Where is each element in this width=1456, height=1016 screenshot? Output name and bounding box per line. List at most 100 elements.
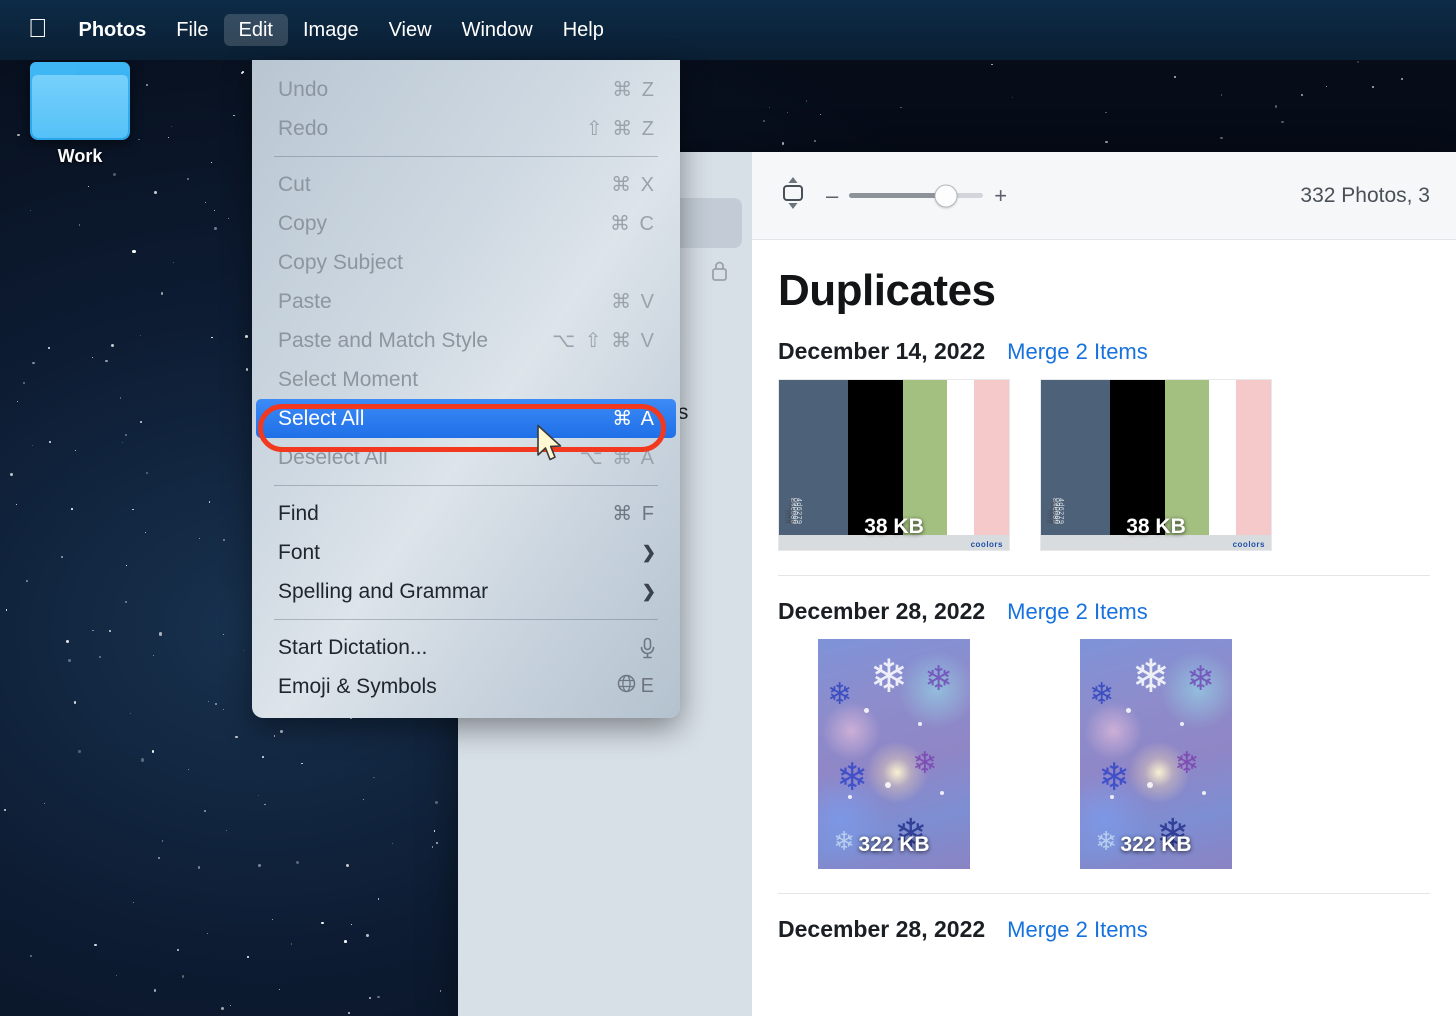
menu-item-shortcut: ⌥ ⇧ ⌘ V — [552, 330, 656, 352]
menu-item-label: Deselect All — [278, 445, 388, 469]
folder-icon — [30, 62, 130, 140]
menu-separator — [274, 619, 658, 620]
photo-size-label: 322 KB — [1120, 833, 1192, 856]
zoom-slider-knob[interactable] — [934, 184, 958, 207]
menu-item-select-moment[interactable]: Select Moment — [252, 360, 680, 399]
menubar-item-file[interactable]: File — [161, 14, 223, 46]
menu-item-font[interactable]: Font ❯ — [252, 533, 680, 572]
menubar-item-image[interactable]: Image — [288, 14, 374, 46]
menu-item-label: Copy Subject — [278, 250, 403, 274]
zoom-slider[interactable]: – + — [826, 183, 1007, 209]
menu-item-copy-subject[interactable]: Copy Subject — [252, 243, 680, 282]
duplicates-content: Duplicates December 14, 2022 Merge 2 Ite… — [752, 240, 1456, 1016]
zoom-out-label[interactable]: – — [826, 183, 838, 209]
menu-item-label: Copy — [278, 211, 328, 235]
microphone-icon — [639, 637, 656, 659]
mouse-cursor — [536, 424, 566, 469]
menu-item-label: Select Moment — [278, 367, 419, 391]
menu-item-copy[interactable]: Copy ⌘ C — [252, 204, 680, 243]
menu-item-paste[interactable]: Paste ⌘ V — [252, 282, 680, 321]
photos-main-pane: – + 332 Photos, 3 Duplicates December 14… — [752, 152, 1456, 1016]
group-divider — [778, 893, 1430, 894]
duplicate-group-date: December 28, 2022 — [778, 598, 986, 624]
zoom-slider-fill — [849, 193, 946, 198]
photo-size-label: 38 KB — [1126, 515, 1186, 538]
merge-items-button[interactable]: Merge 2 Items — [1007, 917, 1148, 943]
photo-count-label: 332 Photos, 3 — [1300, 183, 1430, 207]
menu-item-paste-and-match-style[interactable]: Paste and Match Style ⌥ ⇧ ⌘ V — [252, 321, 680, 360]
menu-item-shortcut: ⌥ ⌘ A — [579, 447, 656, 469]
photo-thumbnail[interactable]: 4d6279 000000 a4c080 ffffff f5c9c9 coolo… — [1040, 379, 1272, 551]
menu-item-shortcut: ⌘ C — [610, 213, 656, 235]
menu-item-shortcut: ⌘ A — [612, 408, 656, 430]
menu-item-label: Spelling and Grammar — [278, 579, 489, 603]
menu-separator — [274, 485, 658, 486]
palette-brand: coolors — [970, 540, 1003, 549]
photo-size-label: 322 KB — [858, 833, 930, 856]
desktop-folder-work[interactable]: Work — [14, 62, 146, 167]
photo-thumbnail[interactable]: ❄ ❄ ❄ ❄ ❄ ❄ ❄ 322 KB — [818, 639, 970, 869]
menu-item-label: Start Dictation... — [278, 635, 428, 659]
photos-toolbar: – + 332 Photos, 3 — [752, 152, 1456, 240]
zoom-in-label[interactable]: + — [994, 183, 1007, 209]
menu-item-shortcut: ⇧ ⌘ Z — [585, 118, 656, 140]
menu-item-cut[interactable]: Cut ⌘ X — [252, 165, 680, 204]
duplicate-group: December 28, 2022 Merge 2 Items ❄ ❄ ❄ ❄ … — [778, 598, 1456, 869]
duplicate-group: December 14, 2022 Merge 2 Items 4d6279 0… — [778, 338, 1456, 551]
duplicate-group-date: December 28, 2022 — [778, 916, 986, 942]
lock-icon — [711, 260, 728, 287]
menu-item-shortcut: ⌘ X — [611, 174, 656, 196]
duplicate-group-header: December 14, 2022 Merge 2 Items — [778, 338, 1456, 365]
duplicate-thumbnails: 4d6279 000000 a4c080 ffffff f5c9c9 coolo… — [778, 379, 1456, 551]
photo-thumbnail[interactable]: ❄ ❄ ❄ ❄ ❄ ❄ ❄ 322 KB — [1080, 639, 1232, 869]
menu-item-label: Font — [278, 540, 321, 564]
menu-item-spelling-and-grammar[interactable]: Spelling and Grammar ❯ — [252, 572, 680, 611]
menu-item-shortcut: ⌘ Z — [612, 79, 656, 101]
menu-item-label: Undo — [278, 77, 329, 101]
menu-item-deselect-all[interactable]: Deselect All ⌥ ⌘ A — [252, 438, 680, 477]
menu-item-label: Redo — [278, 116, 329, 140]
menu-item-label: Find — [278, 501, 319, 525]
menu-item-label: Select All — [278, 406, 365, 430]
menu-item-label: Paste and Match Style — [278, 328, 489, 352]
merge-items-button[interactable]: Merge 2 Items — [1007, 339, 1148, 365]
duplicate-thumbnails: ❄ ❄ ❄ ❄ ❄ ❄ ❄ 322 KB ❄ ❄ ❄ ❄ ❄ ❄ ❄ 322 K… — [778, 639, 1456, 869]
duplicate-group-header: December 28, 2022 Merge 2 Items — [778, 916, 1456, 943]
menu-item-undo[interactable]: Undo ⌘ Z — [252, 70, 680, 109]
menu-item-emoji-and-symbols[interactable]: Emoji & Symbols E — [252, 667, 680, 706]
menu-item-redo[interactable]: Redo ⇧ ⌘ Z — [252, 109, 680, 148]
menubar-item-photos[interactable]: Photos — [64, 14, 162, 46]
globe-icon — [617, 674, 636, 699]
aspect-ratio-icon[interactable] — [778, 175, 808, 216]
menu-item-shortcut: ⌘ F — [612, 503, 656, 525]
palette-brand: coolors — [1232, 540, 1265, 549]
duplicate-group-date: December 14, 2022 — [778, 338, 986, 364]
menu-item-select-all[interactable]: Select All ⌘ A — [256, 399, 676, 438]
menubar-item-help[interactable]: Help — [548, 14, 619, 46]
menu-item-label: Paste — [278, 289, 332, 313]
macos-menubar:  Photos File Edit Image View Window Hel… — [0, 0, 1456, 60]
page-title: Duplicates — [778, 266, 996, 315]
photo-thumbnail[interactable]: 4d6279 000000 a4c080 ffffff f5c9c9 coolo… — [778, 379, 1010, 551]
menu-item-label: Emoji & Symbols — [278, 674, 437, 698]
chevron-right-icon: ❯ — [641, 581, 656, 601]
merge-items-button[interactable]: Merge 2 Items — [1007, 599, 1148, 625]
menubar-item-view[interactable]: View — [374, 14, 447, 46]
chevron-right-icon: ❯ — [641, 542, 656, 562]
menubar-item-edit[interactable]: Edit — [223, 14, 288, 46]
group-divider — [778, 575, 1430, 576]
edit-dropdown-menu: Undo ⌘ Z Redo ⇧ ⌘ Z Cut ⌘ X Copy ⌘ C Cop… — [252, 60, 680, 718]
apple-logo-icon[interactable]:  — [14, 15, 64, 45]
photo-size-label: 38 KB — [864, 515, 924, 538]
duplicate-group: December 28, 2022 Merge 2 Items — [778, 916, 1456, 943]
desktop-folder-label: Work — [57, 146, 103, 166]
menu-item-start-dictation[interactable]: Start Dictation... — [252, 628, 680, 667]
zoom-slider-track[interactable] — [849, 184, 984, 207]
menu-separator — [274, 156, 658, 157]
menu-item-shortcut: E — [640, 675, 656, 697]
menu-item-shortcut: ⌘ V — [611, 291, 656, 313]
duplicate-group-header: December 28, 2022 Merge 2 Items — [778, 598, 1456, 625]
menubar-item-window[interactable]: Window — [447, 14, 548, 46]
menu-item-find[interactable]: Find ⌘ F — [252, 494, 680, 533]
menu-item-label: Cut — [278, 172, 311, 196]
